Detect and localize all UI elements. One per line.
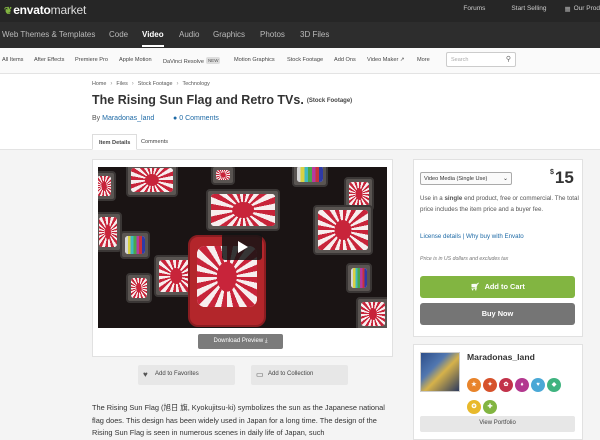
tv-set <box>120 231 150 259</box>
chevron-right-icon: › <box>176 81 179 87</box>
author-link[interactable]: Maradonas_land <box>102 115 154 122</box>
breadcrumb: Home › Files › Stock Footage › Technology <box>92 81 210 87</box>
item-price: $15 <box>550 168 574 187</box>
category-bar: Web Themes & Templates Code Video Audio … <box>0 22 600 48</box>
view-portfolio-button[interactable]: View Portfolio <box>420 416 575 432</box>
item-type: (Stock Footage) <box>306 98 353 104</box>
tab-comments[interactable]: Comments <box>135 134 174 150</box>
price-note: Price is in US dollars and excludes tax <box>420 256 509 262</box>
tv-set <box>346 263 372 293</box>
tv-set <box>211 167 235 185</box>
category-graphics[interactable]: Graphics <box>213 30 245 39</box>
forums-link[interactable]: Forums <box>463 5 485 13</box>
license-links[interactable]: License details | Why buy with Envato <box>420 233 524 240</box>
buy-now-button[interactable]: Buy Now <box>420 303 575 325</box>
add-to-favorites-button[interactable]: ♥ Add to Favorites <box>138 365 235 385</box>
subnav-more[interactable]: More <box>417 57 430 63</box>
author-badge-icon[interactable]: ♥ <box>531 378 545 392</box>
tv-set <box>206 189 280 231</box>
subnav-stock-footage[interactable]: Stock Footage <box>287 57 323 63</box>
breadcrumb-files[interactable]: Files <box>116 81 127 87</box>
comments-link[interactable]: ● 0 Comments <box>173 115 219 122</box>
subnav-after-effects[interactable]: After Effects <box>34 57 64 63</box>
subnav-all-items[interactable]: All Items <box>2 57 23 63</box>
envato-logo[interactable]: ❦envatomarket <box>4 3 86 17</box>
tv-set <box>98 212 122 252</box>
tv-set <box>98 171 116 201</box>
breadcrumb-stock-footage[interactable]: Stock Footage <box>138 81 173 87</box>
tv-set <box>313 205 373 255</box>
speech-bubble-icon: ● <box>173 115 178 122</box>
subnav-motion-graphics[interactable]: Motion Graphics <box>234 57 275 63</box>
leaf-icon: ❦ <box>4 6 13 17</box>
item-header-panel <box>0 74 600 150</box>
chevron-right-icon: › <box>110 81 113 87</box>
category-code[interactable]: Code <box>109 30 128 39</box>
cart-icon: 🛒︎ <box>470 282 480 291</box>
breadcrumb-technology[interactable]: Technology <box>183 81 210 87</box>
top-bar: ❦envatomarket Forums Start Selling ▦ Our … <box>0 0 600 22</box>
subnav-add-ons[interactable]: Add Ons <box>334 57 356 63</box>
page-title: The Rising Sun Flag and Retro TVs. (Stock… <box>92 93 353 107</box>
category-audio[interactable]: Audio <box>179 30 199 39</box>
category-3d-files[interactable]: 3D Files <box>300 30 329 39</box>
author-badge-icon[interactable]: ✚ <box>483 400 497 414</box>
folder-icon: ▭ <box>256 370 264 379</box>
author-badge-icon[interactable]: ◆ <box>547 378 561 392</box>
play-button[interactable] <box>222 233 262 260</box>
author-name[interactable]: Maradonas_land <box>467 352 535 362</box>
tv-set <box>126 167 178 197</box>
tab-item-details[interactable]: Item Details <box>92 134 138 150</box>
author-badge-icon[interactable]: ✿ <box>499 378 513 392</box>
top-links: Forums Start Selling ▦ Our Prod <box>437 5 600 13</box>
author-badge-icon[interactable]: ♦ <box>515 378 529 392</box>
author-badge-icon[interactable]: ✪ <box>467 400 481 414</box>
breadcrumb-home[interactable]: Home <box>92 81 106 87</box>
add-to-collection-button[interactable]: ▭ Add to Collection <box>251 365 348 385</box>
author-badge-icon[interactable]: ✦ <box>483 378 497 392</box>
new-badge: NEW <box>205 57 221 64</box>
subnav-video-maker[interactable]: Video Maker ↗ <box>367 57 405 63</box>
author-badges: ★ ✦ ✿ ♦ ♥ ◆ ✪ ✚ <box>467 373 567 417</box>
chevron-down-icon: ⌄ <box>502 176 508 182</box>
our-products-link[interactable]: Our Prod <box>574 5 600 13</box>
external-link-icon: ↗ <box>399 57 405 63</box>
tv-set <box>356 297 387 328</box>
license-select[interactable]: Video Media (Single Use) ⌄ <box>420 172 512 185</box>
license-description: Use in a single end product, free or com… <box>420 195 579 213</box>
search-input[interactable]: Search ⚲ <box>446 52 516 67</box>
category-web-themes[interactable]: Web Themes & Templates <box>2 30 95 39</box>
chevron-right-icon: › <box>131 81 134 87</box>
start-selling-link[interactable]: Start Selling <box>511 5 546 13</box>
grid-icon[interactable]: ▦ <box>564 5 570 13</box>
heart-icon: ♥ <box>143 370 148 379</box>
category-photos[interactable]: Photos <box>260 30 285 39</box>
subnav-premiere-pro[interactable]: Premiere Pro <box>75 57 108 63</box>
subnav-davinci-resolve[interactable]: DaVinci Resolve NEW <box>163 57 221 65</box>
category-video[interactable]: Video <box>142 30 164 47</box>
tv-set <box>292 167 328 187</box>
add-to-cart-button[interactable]: 🛒︎ Add to Cart <box>420 276 575 298</box>
download-preview-button[interactable]: Download Preview ⤓ <box>198 334 283 349</box>
byline: By Maradonas_land <box>92 115 155 122</box>
tv-set <box>126 273 152 303</box>
download-icon: ⤓ <box>264 338 268 344</box>
author-badge-icon[interactable]: ★ <box>467 378 481 392</box>
search-icon[interactable]: ⚲ <box>506 55 511 63</box>
item-description: The Rising Sun Flag (旭日 旗, Kyokujitsu-ki… <box>92 403 385 437</box>
avatar[interactable] <box>420 352 460 392</box>
subnav-apple-motion[interactable]: Apple Motion <box>119 57 152 63</box>
